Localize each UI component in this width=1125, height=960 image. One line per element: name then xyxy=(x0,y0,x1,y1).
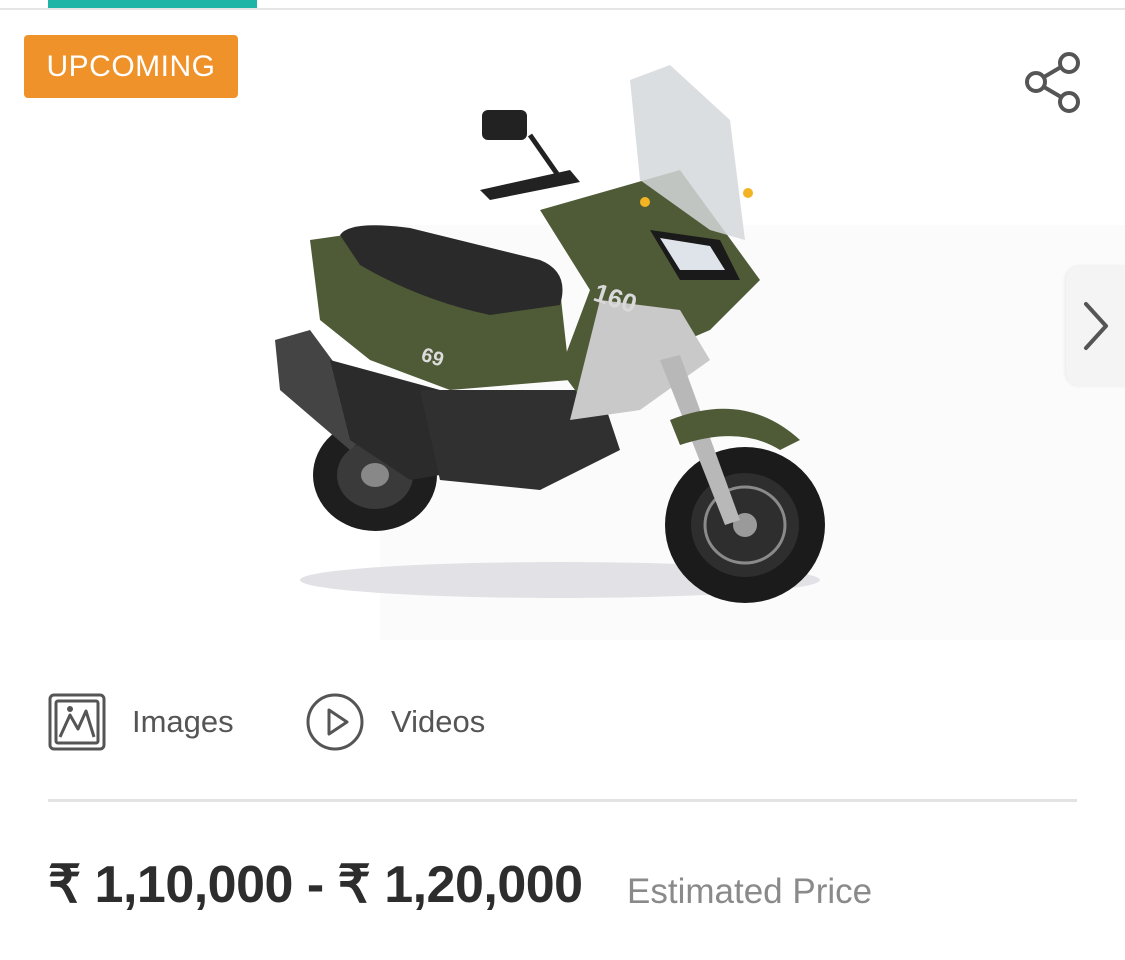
mirror xyxy=(482,110,527,140)
top-tab-bar xyxy=(0,0,1125,10)
tab-baseline xyxy=(0,8,1125,10)
indicator-light xyxy=(743,188,753,198)
share-button[interactable] xyxy=(1022,50,1086,116)
handlebar xyxy=(480,170,580,200)
price-range: ₹ 1,10,000 - ₹ 1,20,000 xyxy=(48,856,583,914)
front-fender xyxy=(670,408,800,450)
indicator-light xyxy=(640,197,650,207)
front-wheel xyxy=(665,447,825,603)
estimated-price-label: Estimated Price xyxy=(627,872,873,911)
play-circle-icon xyxy=(306,693,364,751)
share-icon xyxy=(1025,52,1080,113)
upcoming-badge: UPCOMING xyxy=(24,35,238,98)
next-image-button[interactable] xyxy=(1066,266,1125,386)
section-divider xyxy=(48,799,1077,802)
mirror-stem xyxy=(527,133,563,180)
images-label: Images xyxy=(132,704,234,739)
videos-link[interactable]: Videos xyxy=(305,690,485,754)
active-tab-indicator[interactable] xyxy=(48,0,257,8)
scooter-image[interactable]: 160 69 xyxy=(240,60,880,640)
upcoming-badge-label: UPCOMING xyxy=(46,49,216,83)
chevron-right-icon xyxy=(1084,302,1108,350)
videos-label: Videos xyxy=(391,704,486,739)
images-link[interactable]: Images xyxy=(48,690,234,754)
image-icon xyxy=(48,693,106,751)
